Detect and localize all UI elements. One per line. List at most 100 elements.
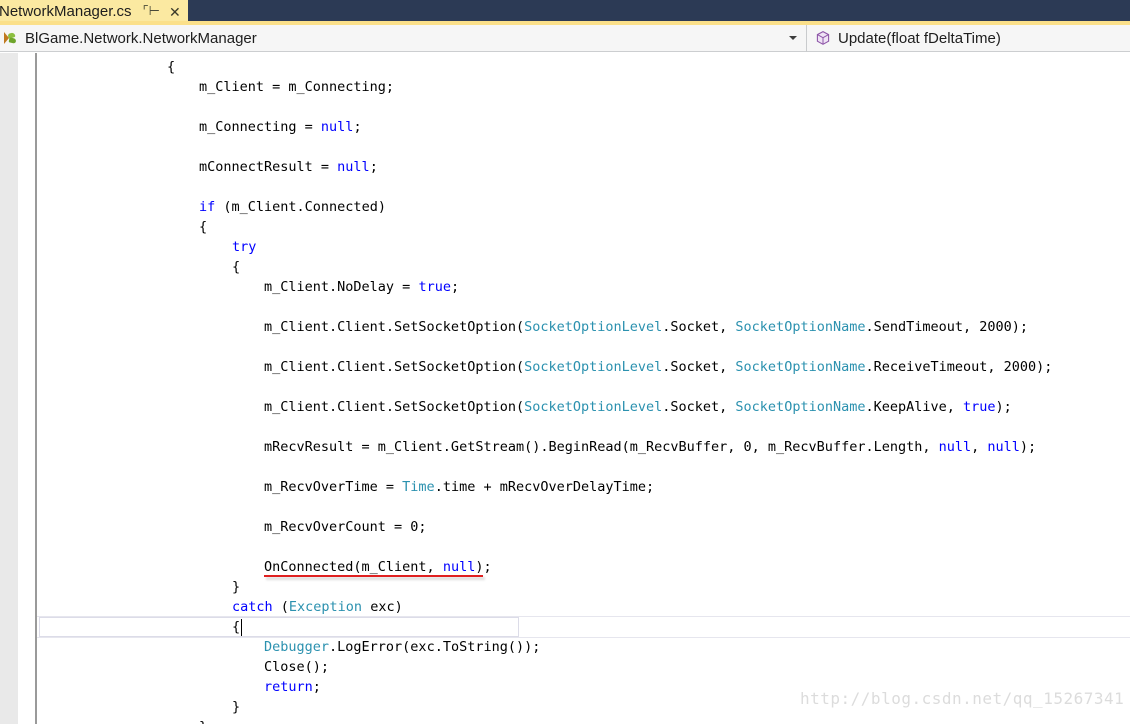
code-token: ); [1019,439,1037,455]
code-token: { [199,219,208,235]
code-token: mConnectResult = [199,159,338,175]
code-line: m_Client.Client.SetSocketOption(SocketOp… [264,397,1012,417]
code-token: null [987,439,1020,455]
code-token: m_Client.NoDelay = [264,279,419,295]
code-line: } [232,577,240,597]
code-line: m_RecvOverTime = Time.time + mRecvOverDe… [264,477,654,497]
code-token: (m_Client.Connected) [215,199,386,215]
code-line: m_Client.NoDelay = true; [264,277,459,297]
code-token: SocketOptionLevel [524,359,663,375]
code-line: m_Client.Client.SetSocketOption(SocketOp… [264,317,1028,337]
code-token: } [199,719,207,724]
code-token: null [337,159,370,175]
pin-icon[interactable]: ⌜⊢ [143,4,160,17]
code-token: m_Client.Client.SetSocketOption( [264,399,525,415]
code-token: null [442,559,476,575]
code-line: { [232,257,240,277]
current-line-box [39,617,519,637]
text-caret [241,619,242,636]
code-line: try [232,237,256,257]
close-icon[interactable]: ✕ [169,5,181,19]
code-token: } [232,579,241,595]
tab-networkmanager-cs[interactable]: NetworkManager.cs ⌜⊢ ✕ [0,0,188,23]
code-token: catch [232,599,273,615]
code-line: } [232,697,240,717]
code-token: { [232,259,241,275]
code-token: m_Client = m_Connecting; [199,79,395,95]
code-token: if [199,199,216,215]
code-token: Exception [288,599,363,615]
code-token: .Socket, [662,319,736,335]
code-token: SocketOptionName [735,399,866,415]
code-token: ( [272,599,289,615]
code-token: try [232,239,257,255]
code-token: null [320,119,354,135]
code-line: { [232,617,240,637]
code-text-surface[interactable]: { m_Client = m_Connecting; m_Connecting = … [37,53,1130,724]
code-line: Debugger.LogError(exc.ToString()); [264,637,540,657]
code-token: SocketOptionLevel [524,319,663,335]
member-dropdown[interactable]: Update(float fDeltaTime) [807,25,1130,52]
document-tab-strip: NetworkManager.cs ⌜⊢ ✕ [0,0,1130,23]
code-token: OnConnected(m_Client, [264,559,443,575]
code-token: , [971,439,988,455]
navigation-bar: BlGame.Network.NetworkManager Update(flo… [0,24,1130,52]
code-line: mRecvResult = m_Client.GetStream().Begin… [264,437,1036,457]
code-token: Time [402,479,435,495]
code-line: catch (Exception exc) [232,597,403,617]
code-line: if (m_Client.Connected) [199,197,386,217]
namespace-icon [4,30,20,46]
chevron-down-icon[interactable] [789,35,797,40]
code-token: mRecvResult = m_Client.GetStream().Begin… [264,439,939,455]
editor-indicator-margin[interactable] [0,53,18,724]
code-token: ); [475,559,492,575]
code-token: m_Client.Client.SetSocketOption( [264,359,525,375]
code-token: ; [312,679,321,695]
code-token: m_Client.Client.SetSocketOption( [264,319,525,335]
code-token: return [264,679,313,695]
code-line: return; [264,677,321,697]
code-token: null [938,439,972,455]
error-underline-shadow [266,577,485,580]
code-token: .LogError(exc.ToString()); [329,639,541,655]
code-token: .Socket, [662,359,736,375]
watermark: http://blog.csdn.net/qq_15267341 [800,689,1125,708]
code-line: { [167,57,175,77]
code-line: m_Client.Client.SetSocketOption(SocketOp… [264,357,1052,377]
code-token: .Socket, [662,399,736,415]
code-token: SocketOptionName [735,319,866,335]
code-line: m_Client = m_Connecting; [199,77,394,97]
code-token: Close(); [264,659,330,675]
tab-title: NetworkManager.cs [0,3,132,20]
code-token: ; [369,159,378,175]
code-line: m_RecvOverCount = 0; [264,517,427,537]
code-token: m_RecvOverCount = 0; [264,519,427,535]
code-line: { [199,217,207,237]
code-token: .time + mRecvOverDelayTime; [434,479,655,495]
code-token: Debugger [264,639,330,655]
code-token: ; [450,279,460,295]
code-editor[interactable]: { m_Client = m_Connecting; m_Connecting = … [0,53,1130,724]
code-line: m_Connecting = null; [199,117,362,137]
editor-outlining-margin[interactable] [18,53,35,724]
code-token: SocketOptionName [735,359,866,375]
code-token: { [232,619,241,635]
code-token: m_RecvOverTime = [264,479,403,495]
code-token: .SendTimeout, 2000); [865,319,1029,335]
method-icon [815,30,831,46]
code-token: true [963,399,996,415]
code-line: } [199,717,207,724]
scope-dropdown[interactable]: BlGame.Network.NetworkManager [0,24,807,52]
scope-label: BlGame.Network.NetworkManager [25,29,257,47]
code-line: Close(); [264,657,329,677]
visual-studio-editor-window: NetworkManager.cs ⌜⊢ ✕ BlGame.Network.Ne… [0,0,1130,724]
member-label: Update(float fDeltaTime) [838,29,1001,47]
code-line: OnConnected(m_Client, null); [264,557,492,577]
code-token: } [232,699,241,715]
code-token: ; [353,119,362,135]
code-token: .ReceiveTimeout, 2000); [865,359,1053,375]
code-token: { [167,59,176,75]
code-line: mConnectResult = null; [199,157,378,177]
error-underline [264,575,483,577]
code-token: SocketOptionLevel [524,399,663,415]
